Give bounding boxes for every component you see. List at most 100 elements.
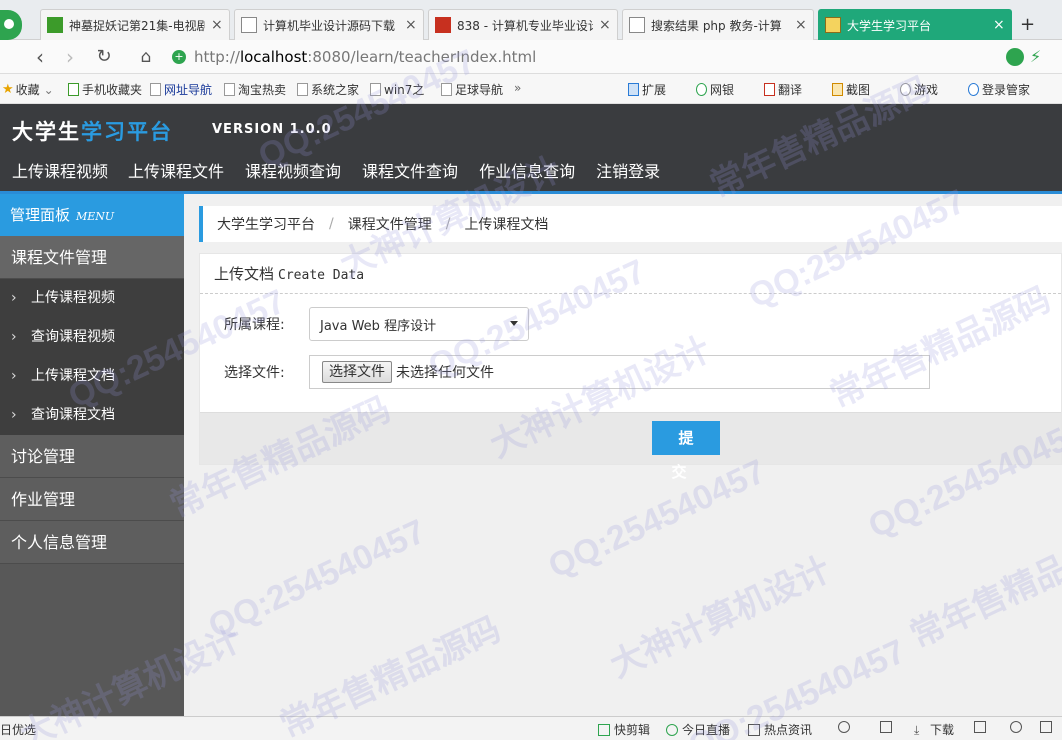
bookmark-favorites[interactable]: ★ 收藏 ⌄ [2, 81, 54, 98]
sidebar-group-discussion[interactable]: 讨论管理 [0, 435, 184, 478]
new-tab-button[interactable]: + [1020, 14, 1035, 35]
sidebar-group-homework[interactable]: 作业管理 [0, 478, 184, 521]
login-manager-button[interactable]: 登录管家 [968, 81, 1030, 98]
bookmarks-more[interactable]: » [514, 81, 521, 95]
status-news[interactable]: 热点资讯 [748, 721, 812, 738]
back-icon[interactable]: ‹ [28, 45, 52, 69]
close-icon[interactable]: × [993, 17, 1005, 33]
course-row: 所属课程: Java Web 程序设计 [224, 307, 529, 341]
status-download[interactable]: ⤓ 下载 [914, 721, 954, 738]
bookmark-item[interactable]: 淘宝热卖 [224, 81, 286, 98]
url-input[interactable]: + http://localhost:8080/learn/teacherInd… [172, 45, 1002, 69]
extensions-icon [628, 83, 639, 96]
browser-tab-bar: 神墓捉妖记第21集-电视剧 × 计算机毕业设计源码下载 × 838 - 计算机专… [0, 0, 1062, 40]
sidebar-group-course-files[interactable]: 课程文件管理 [0, 236, 184, 279]
gamepad-icon [900, 83, 911, 96]
app-header: 大学生学习平台 VERSION 1.0.0 上传课程视频 上传课程文件 课程视频… [0, 104, 1062, 194]
sidebar-item-upload-doc[interactable]: › 上传课程文档 [0, 357, 184, 396]
translate-button[interactable]: 翻译 [764, 81, 802, 98]
bookmark-item[interactable]: 系统之家 [297, 81, 359, 98]
top-nav: 上传课程视频 上传课程文件 课程视频查询 课程文件查询 作业信息查询 注销登录 [0, 160, 672, 190]
bookmark-item[interactable]: 足球导航 [441, 81, 503, 98]
page-icon [297, 83, 308, 96]
close-icon[interactable]: × [599, 17, 611, 33]
nav-upload-file[interactable]: 上传课程文件 [120, 160, 236, 190]
nav-query-video[interactable]: 课程视频查询 [236, 160, 353, 190]
brand-version: VERSION 1.0.0 [212, 122, 332, 137]
submit-button[interactable]: 提交 [652, 421, 720, 481]
speed-icon[interactable] [838, 721, 854, 733]
panel-footer: 提交 [200, 412, 1061, 481]
scissors-icon [832, 83, 843, 96]
extension-icon[interactable] [1006, 48, 1024, 66]
url-scheme: http:// [194, 48, 240, 66]
key-icon [968, 83, 979, 96]
upload-form-panel: 上传文档 Create Data 所属课程: Java Web 程序设计 选择文件… [199, 253, 1062, 481]
file-label: 选择文件: [224, 365, 285, 381]
browser-tab-3[interactable]: 838 - 计算机专业毕业设计 × [428, 9, 618, 40]
browser-tab-active[interactable]: 大学生学习平台 × [818, 9, 1012, 40]
close-icon[interactable]: × [795, 17, 807, 33]
url-host: localhost [239, 48, 308, 66]
close-icon[interactable]: × [405, 17, 417, 33]
play-icon [666, 723, 678, 736]
close-icon[interactable]: × [211, 17, 223, 33]
sidebar-item-query-doc[interactable]: › 查询课程文档 [0, 396, 184, 435]
sidebar-group-profile[interactable]: 个人信息管理 [0, 521, 184, 564]
tab-title: 搜索结果 php 教务-计算 [651, 18, 782, 33]
browser-tab-1[interactable]: 神墓捉妖记第21集-电视剧 × [40, 9, 230, 40]
file-input[interactable]: 选择文件 未选择任何文件 [309, 355, 930, 389]
games-button[interactable]: 游戏 [900, 81, 938, 98]
screenshot-button[interactable]: 截图 [832, 81, 870, 98]
bookmarks-bar: ★ 收藏 ⌄ 手机收藏夹 网址导航 淘宝热卖 系统之家 win7之 足球导航 » 扩… [0, 74, 1062, 104]
home-icon[interactable]: ⌂ [134, 45, 158, 69]
news-icon [748, 723, 760, 736]
translate-icon [764, 83, 775, 96]
chevron-right-icon: › [11, 290, 17, 306]
breadcrumb-separator: / [329, 216, 334, 232]
reload-icon[interactable]: ↻ [92, 45, 116, 69]
flag-icon[interactable] [974, 721, 990, 733]
nav-homework-query[interactable]: 作业信息查询 [470, 160, 587, 190]
lightning-icon[interactable]: ⚡ [1030, 48, 1048, 66]
course-select[interactable]: Java Web 程序设计 [309, 307, 529, 341]
iqiyi-icon [47, 17, 63, 33]
nav-query-file[interactable]: 课程文件查询 [353, 160, 470, 190]
red-site-icon [435, 17, 451, 33]
page-icon [441, 83, 452, 96]
bookmark-item[interactable]: 手机收藏夹 [68, 81, 142, 98]
status-left[interactable]: 日优选 [0, 721, 36, 738]
browser-tab-4[interactable]: 搜索结果 php 教务-计算 × [622, 9, 814, 40]
browser-status-bar: 日优选 快剪辑 今日直播 热点资讯 ⤓ 下载 [0, 716, 1062, 740]
brand-title: 大学生学习平台 [12, 120, 173, 144]
address-bar: ‹ › ↻ ⌂ + http://localhost:8080/learn/te… [0, 40, 1062, 74]
zoom-icon[interactable] [1040, 721, 1056, 733]
browser-tab-2[interactable]: 计算机毕业设计源码下载 × [234, 9, 424, 40]
nav-logout[interactable]: 注销登录 [587, 160, 672, 190]
refresh-status-icon[interactable] [1010, 721, 1026, 733]
shield-icon: + [172, 50, 186, 64]
bookmark-item[interactable]: 网址导航 [150, 81, 212, 98]
sidebar-item-query-video[interactable]: › 查询课程视频 [0, 318, 184, 357]
breadcrumb-section[interactable]: 课程文件管理 [348, 214, 432, 234]
breadcrumb-home[interactable]: 大学生学习平台 [217, 214, 315, 234]
status-quickclip[interactable]: 快剪辑 [598, 721, 650, 738]
course-label: 所属课程: [224, 317, 285, 333]
file-row: 选择文件: 选择文件 未选择任何文件 [224, 355, 930, 389]
chevron-down-icon: ⌄ [43, 82, 54, 97]
tab-title: 神墓捉妖记第21集-电视剧 [69, 18, 205, 33]
bookmark-item[interactable]: win7之 [370, 81, 424, 98]
extensions-button[interactable]: 扩展 [628, 81, 666, 98]
browser-logo-icon[interactable] [0, 10, 22, 40]
nav-upload-video[interactable]: 上传课程视频 [0, 160, 120, 190]
breadcrumb-current: 上传课程文档 [464, 217, 549, 233]
forward-icon[interactable]: › [58, 45, 82, 69]
clip-icon [598, 723, 610, 736]
course-selected-value: Java Web 程序设计 [320, 318, 437, 334]
netbank-button[interactable]: 网银 [696, 81, 734, 98]
sidebar-item-upload-video[interactable]: › 上传课程视频 [0, 279, 184, 318]
status-live[interactable]: 今日直播 [666, 721, 730, 738]
app-icon [825, 17, 841, 33]
pin-icon[interactable] [880, 721, 896, 733]
choose-file-button[interactable]: 选择文件 [322, 361, 392, 383]
